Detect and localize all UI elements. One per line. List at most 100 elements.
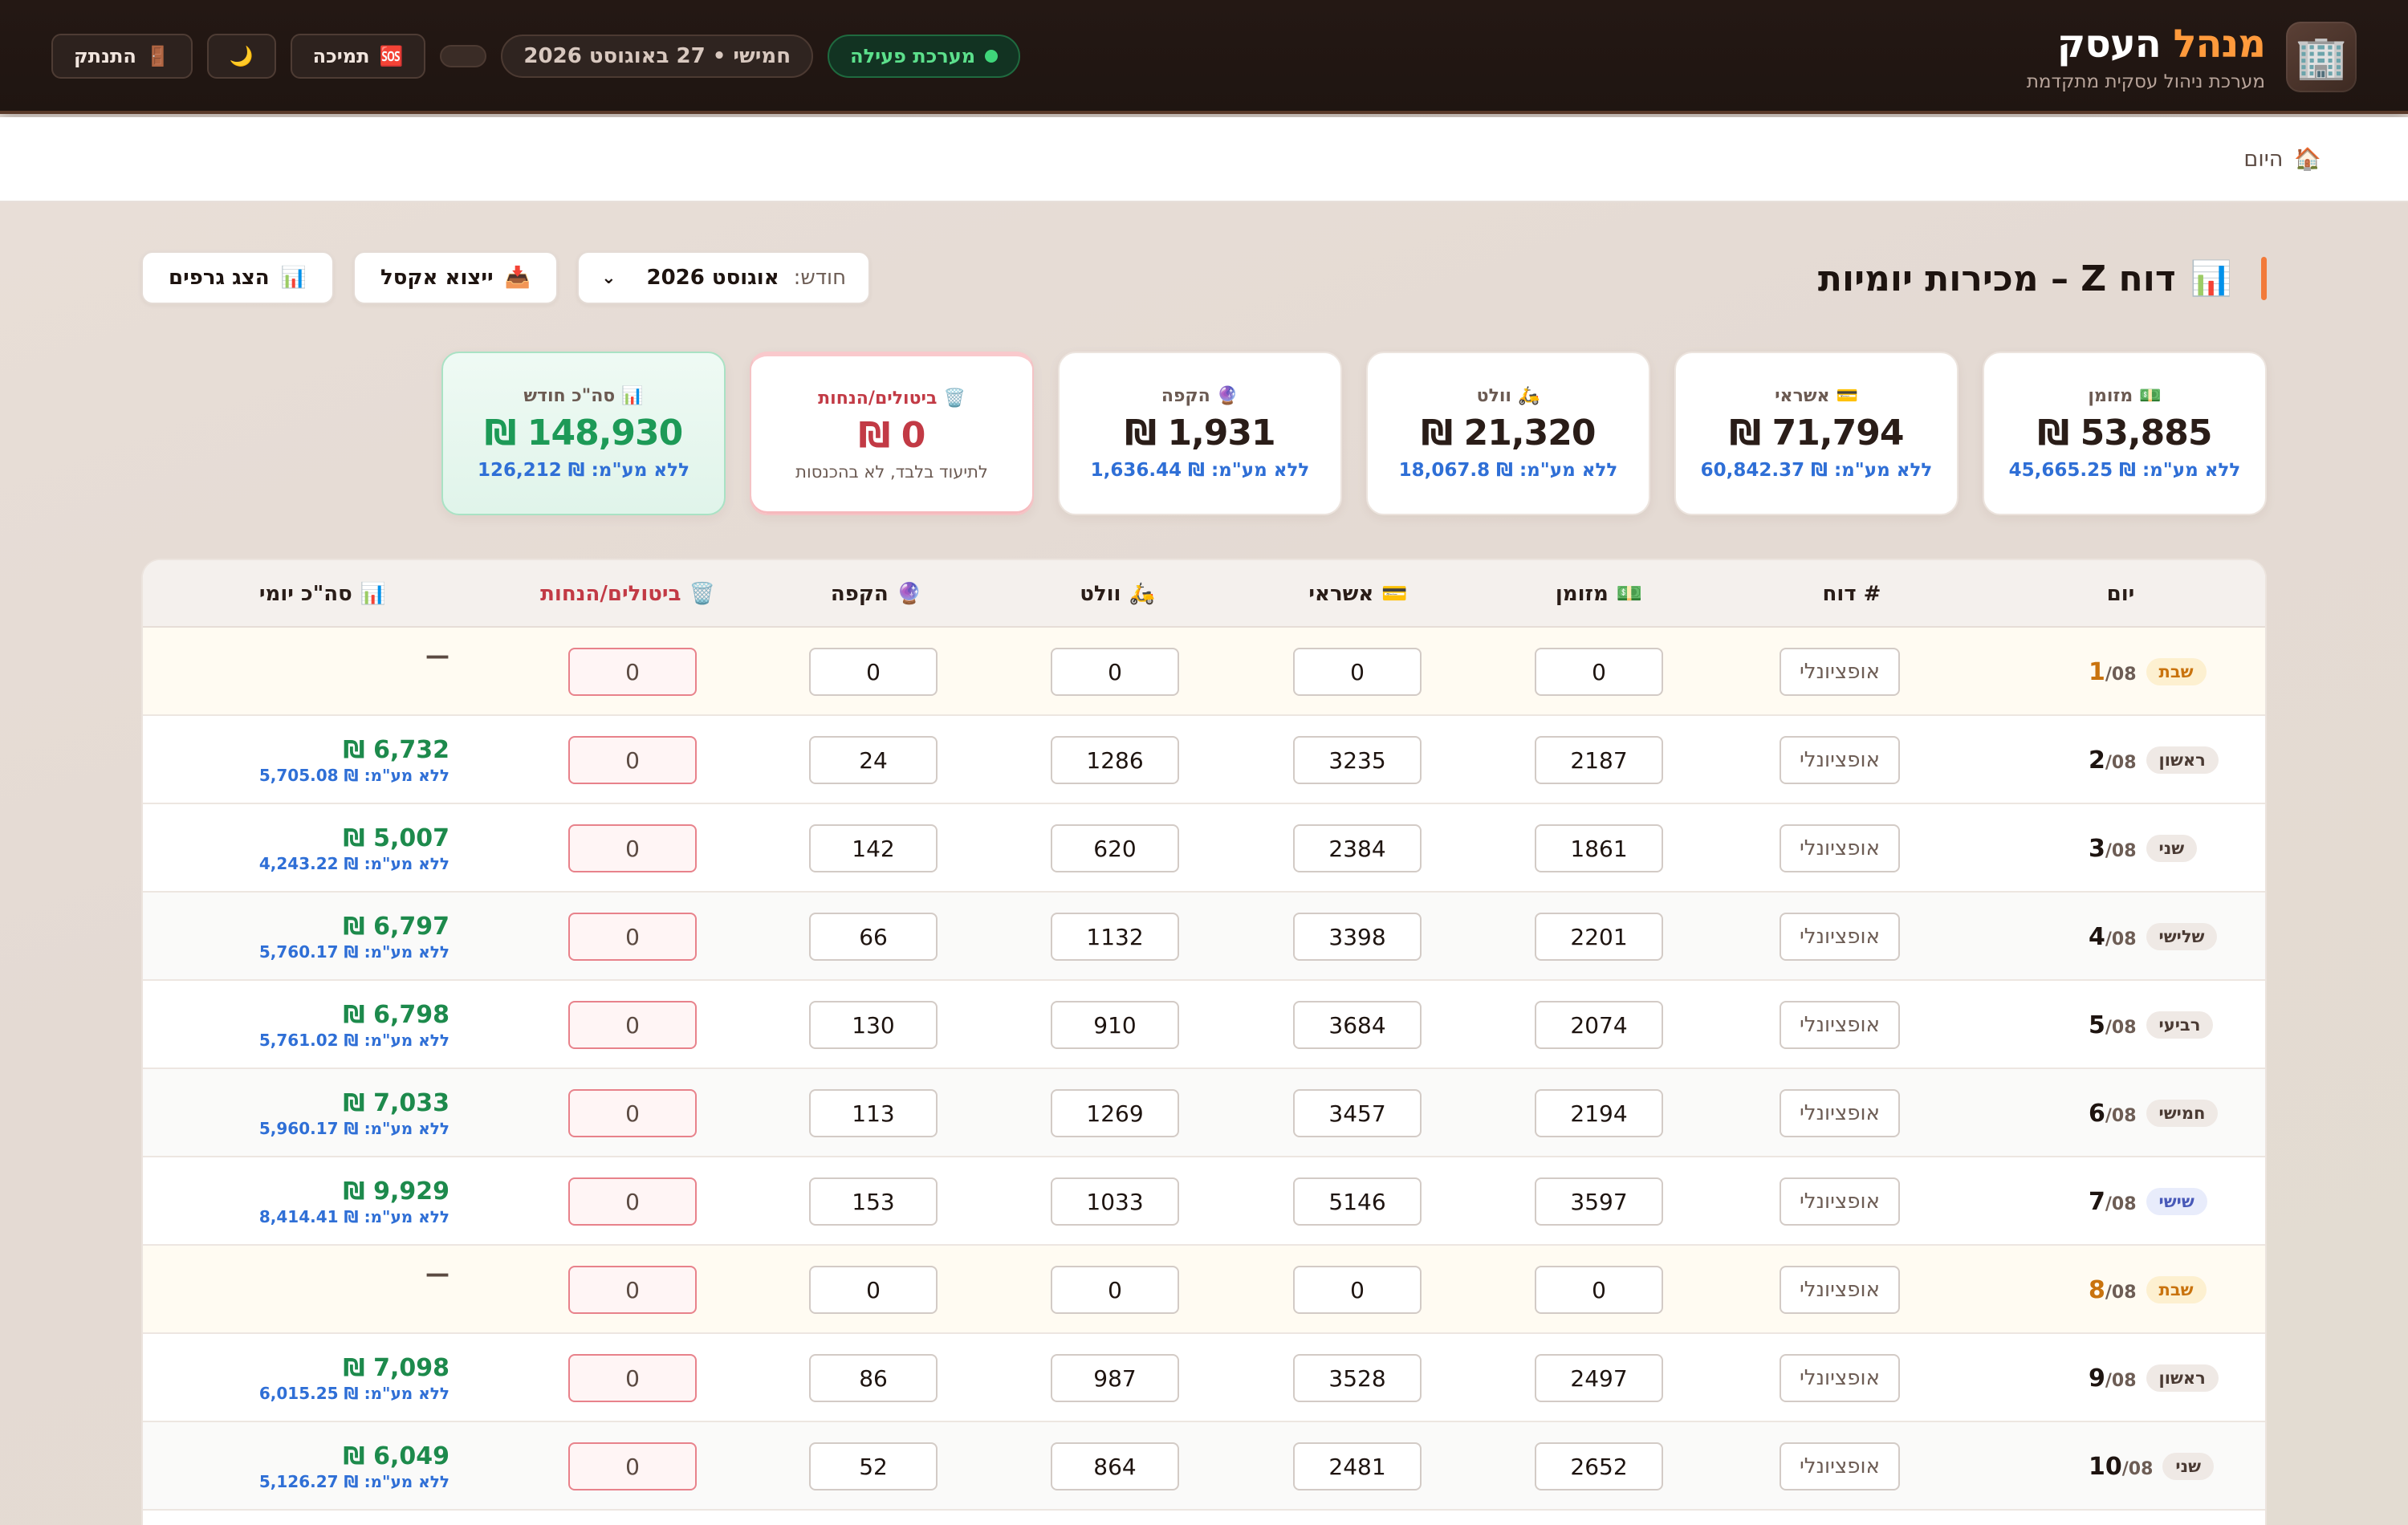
- weekday-badge: ראשון: [2146, 746, 2219, 774]
- cash-input[interactable]: 0: [1535, 648, 1663, 696]
- wolt-input[interactable]: 1132: [1051, 913, 1179, 961]
- daily-total-value: 6,049 ₪: [343, 1442, 449, 1470]
- tab-input[interactable]: 142: [809, 824, 938, 872]
- card-subtext: ללא מע"מ: ₪ 18,067.8: [1398, 460, 1618, 481]
- cash-cell: 2194: [1535, 1069, 1663, 1157]
- month-select[interactable]: חודש: אוגוסט 2026 ⌄: [577, 251, 871, 304]
- credit-input[interactable]: 0: [1293, 648, 1422, 696]
- card-title: 📊 סה"כ חודש: [523, 386, 644, 406]
- show-charts-button[interactable]: 📊 הצג גרפים: [141, 251, 335, 304]
- report-number-input[interactable]: אופציונלי: [1780, 1442, 1900, 1490]
- cash-input[interactable]: 2194: [1535, 1089, 1663, 1137]
- day-cell: שבת 8/08: [2089, 1246, 2249, 1334]
- cancel-input[interactable]: 0: [568, 824, 697, 872]
- cash-input[interactable]: 2187: [1535, 736, 1663, 784]
- wolt-input[interactable]: 1033: [1051, 1177, 1179, 1226]
- weekday-badge: ראשון: [2146, 1364, 2219, 1392]
- cash-input[interactable]: 0: [1535, 1266, 1663, 1314]
- table-row: שישי 7/08 אופציונלי 3597 5146 1033 153 0 9,929 ₪…: [143, 1157, 2265, 1246]
- report-cell: אופציונלי: [1775, 893, 1904, 981]
- wolt-input[interactable]: 0: [1051, 1266, 1179, 1314]
- report-number-input[interactable]: אופציונלי: [1780, 1001, 1900, 1049]
- cash-input[interactable]: 2652: [1535, 1442, 1663, 1490]
- wolt-input[interactable]: 620: [1051, 824, 1179, 872]
- col-day: יום: [2106, 582, 2135, 606]
- report-number-input[interactable]: אופציונלי: [1780, 736, 1900, 784]
- report-number-input[interactable]: אופציונלי: [1780, 648, 1900, 696]
- daily-total-value: 6,732 ₪: [343, 735, 449, 764]
- cash-input[interactable]: 1861: [1535, 824, 1663, 872]
- report-number-input[interactable]: אופציונלי: [1780, 1354, 1900, 1402]
- tab-input[interactable]: 0: [809, 1266, 938, 1314]
- day-cell: רביעי 5/08: [2089, 981, 2249, 1069]
- weekday-badge: שבת: [2146, 658, 2207, 685]
- report-cell: אופציונלי: [1775, 1157, 1904, 1246]
- credit-input[interactable]: 2384: [1293, 824, 1422, 872]
- dark-mode-button[interactable]: 🌙: [206, 34, 276, 79]
- wolt-input[interactable]: 864: [1051, 1442, 1179, 1490]
- card-value: 0 ₪: [858, 415, 926, 456]
- cancel-input[interactable]: 0: [568, 648, 697, 696]
- daily-total-cell: 6,732 ₪ ללא מע"מ: ₪ 5,705.08: [241, 716, 449, 804]
- current-date-badge: חמישי • 27 באוגוסט 2026: [501, 35, 814, 78]
- report-number-input[interactable]: אופציונלי: [1780, 1089, 1900, 1137]
- day-number: 9/08: [2089, 1364, 2137, 1393]
- report-number-input[interactable]: אופציונלי: [1780, 913, 1900, 961]
- credit-input[interactable]: 2481: [1293, 1442, 1422, 1490]
- credit-input[interactable]: 3457: [1293, 1089, 1422, 1137]
- credit-input[interactable]: 3235: [1293, 736, 1422, 784]
- card-title: 💳 אשראי: [1775, 386, 1858, 406]
- cash-input[interactable]: 2074: [1535, 1001, 1663, 1049]
- tab-input[interactable]: 24: [809, 736, 938, 784]
- wolt-input[interactable]: 0: [1051, 648, 1179, 696]
- table-row: ראשון 9/08 אופציונלי 2497 3528 987 86 0 7,098 ₪ ל…: [143, 1334, 2265, 1422]
- tab-cell: 113: [809, 1069, 938, 1157]
- tab-cell: 24: [809, 716, 938, 804]
- credit-input[interactable]: 3528: [1293, 1354, 1422, 1402]
- tab-input[interactable]: 66: [809, 913, 938, 961]
- day-cell: שני 3/08: [2089, 804, 2249, 893]
- cancel-cell: 0: [568, 804, 697, 893]
- cash-input[interactable]: 3597: [1535, 1177, 1663, 1226]
- tab-input[interactable]: 153: [809, 1177, 938, 1226]
- tab-input[interactable]: 130: [809, 1001, 938, 1049]
- credit-input[interactable]: 3398: [1293, 913, 1422, 961]
- trash-icon: 🗑️: [689, 582, 715, 606]
- report-number-input[interactable]: אופציונלי: [1780, 1266, 1900, 1314]
- support-button[interactable]: 🆘 תמיכה: [290, 34, 426, 79]
- cancel-input[interactable]: 0: [568, 1089, 697, 1137]
- credit-input[interactable]: 3684: [1293, 1001, 1422, 1049]
- sales-table: יום # דוח 💵 מזומן 💳 אשראי 🛵 וולט 🔮 הקפה 🗑️ בי…: [141, 559, 2267, 1525]
- cancel-input[interactable]: 0: [568, 1177, 697, 1226]
- day-number: 1/08: [2089, 657, 2137, 686]
- cash-input[interactable]: 2201: [1535, 913, 1663, 961]
- wolt-input[interactable]: 1269: [1051, 1089, 1179, 1137]
- tab-input[interactable]: 86: [809, 1354, 938, 1402]
- export-excel-button[interactable]: 📥 ייצוא אקסל: [353, 251, 559, 304]
- tab-input[interactable]: 0: [809, 648, 938, 696]
- breadcrumb[interactable]: 🏠 היום: [2243, 146, 2321, 173]
- toggle-switch[interactable]: [440, 45, 487, 67]
- col-report: # דוח: [1822, 582, 1881, 606]
- cancel-input[interactable]: 0: [568, 1001, 697, 1049]
- table-row: שבת 8/08 אופציונלי 0 0 0 0 0 —: [143, 1246, 2265, 1334]
- wolt-input[interactable]: 987: [1051, 1354, 1179, 1402]
- cancel-input[interactable]: 0: [568, 1354, 697, 1402]
- tab-input[interactable]: 113: [809, 1089, 938, 1137]
- credit-input[interactable]: 5146: [1293, 1177, 1422, 1226]
- wolt-input[interactable]: 910: [1051, 1001, 1179, 1049]
- cash-input[interactable]: 2497: [1535, 1354, 1663, 1402]
- report-number-input[interactable]: אופציונלי: [1780, 1177, 1900, 1226]
- cancel-input[interactable]: 0: [568, 1442, 697, 1490]
- credit-input[interactable]: 0: [1293, 1266, 1422, 1314]
- tab-input[interactable]: 52: [809, 1442, 938, 1490]
- cancel-input[interactable]: 0: [568, 1266, 697, 1314]
- summary-card-credit: 💳 אשראי 71,794 ₪ ללא מע"מ: ₪ 60,842.37: [1674, 352, 1959, 515]
- building-icon: 🏢: [2286, 22, 2357, 92]
- logout-button[interactable]: 🚪 התנתק: [51, 34, 193, 79]
- report-number-input[interactable]: אופציונלי: [1780, 824, 1900, 872]
- wolt-input[interactable]: 1286: [1051, 736, 1179, 784]
- cancel-input[interactable]: 0: [568, 736, 697, 784]
- card-value: 53,885 ₪: [2037, 413, 2213, 453]
- cancel-input[interactable]: 0: [568, 913, 697, 961]
